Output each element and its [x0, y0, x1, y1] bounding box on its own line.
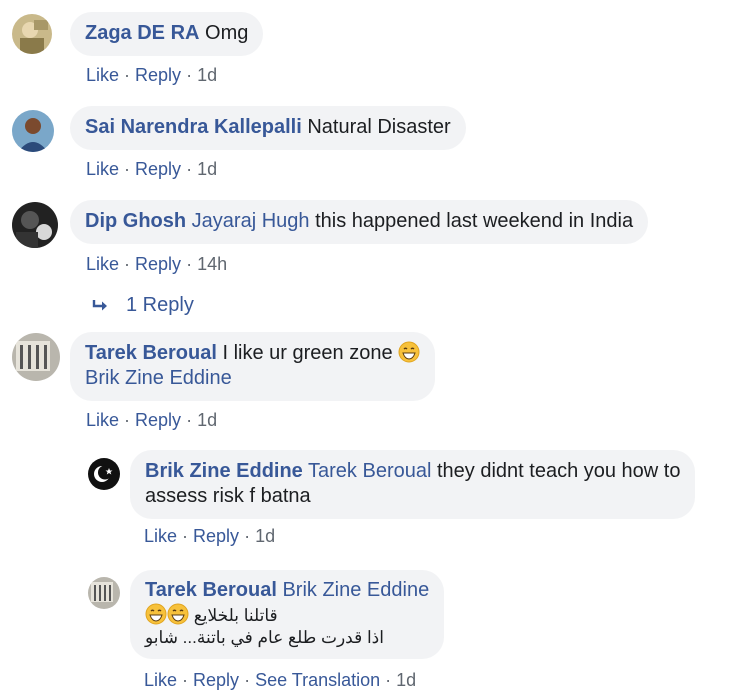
comment-author[interactable]: Zaga DE RA — [85, 22, 199, 44]
see-translation-link[interactable]: See Translation — [255, 670, 380, 690]
comment-actions: Like · Reply · 1d — [86, 159, 218, 179]
avatar[interactable] — [12, 202, 58, 248]
like-button[interactable]: Like — [144, 670, 177, 690]
reply-button[interactable]: Reply — [193, 526, 239, 546]
comment-mention[interactable]: Jayaraj Hugh — [192, 210, 310, 232]
reply-text-line2: assess risk f batna — [145, 485, 311, 507]
comment-time[interactable]: 14h — [197, 254, 227, 274]
reply-time[interactable]: 1d — [396, 670, 416, 690]
comment-text: I like ur green zone — [222, 342, 393, 364]
comment-bubble: Zaga DE RA Omg — [70, 12, 264, 56]
comment-text: this happened last weekend in India — [315, 210, 634, 232]
like-button[interactable]: Like — [86, 65, 119, 85]
reply-text-line2: اذا قدرت طلع عام في باتنة... شابو — [145, 628, 384, 647]
comment-actions: Like · Reply · 1d — [86, 410, 218, 430]
avatar[interactable] — [12, 110, 54, 152]
reply-button[interactable]: Reply — [135, 65, 181, 85]
reply-mention[interactable]: Brik Zine Eddine — [282, 579, 429, 601]
comment-text: Omg — [205, 22, 249, 44]
like-button[interactable]: Like — [86, 410, 119, 430]
comment-actions: Like · Reply · 1d — [86, 65, 218, 85]
comment-author[interactable]: Sai Narendra Kallepalli — [85, 116, 302, 138]
reply-bubble: Brik Zine Eddine Tarek Beroual they didn… — [130, 450, 696, 519]
view-replies-link[interactable]: 1 Reply — [92, 294, 194, 317]
avatar[interactable] — [88, 577, 120, 609]
comment-text: Natural Disaster — [307, 116, 451, 138]
reply-time[interactable]: 1d — [255, 526, 275, 546]
comment-author[interactable]: Tarek Beroual — [85, 342, 217, 364]
like-button[interactable]: Like — [144, 526, 177, 546]
reply-text-line1: they didnt teach you how to — [436, 460, 681, 482]
reply-text-line1: قاتلنا بلخلايع — [193, 606, 278, 625]
reply-button[interactable]: Reply — [193, 670, 239, 690]
comment-actions: Like · Reply · 14h — [86, 254, 228, 274]
avatar[interactable] — [12, 14, 52, 54]
comment-time[interactable]: 1d — [197, 65, 217, 85]
reply-button[interactable]: Reply — [135, 159, 181, 179]
like-button[interactable]: Like — [86, 254, 119, 274]
comment-time[interactable]: 1d — [197, 159, 217, 179]
comment-author[interactable]: Dip Ghosh — [85, 210, 186, 232]
reply-arrow-icon — [92, 300, 107, 311]
like-button[interactable]: Like — [86, 159, 119, 179]
reply-actions: Like · Reply · 1d — [144, 526, 276, 546]
reply-bubble: Tarek Beroual Brik Zine Eddine قاتلنا بل… — [130, 570, 445, 659]
comment-bubble: Tarek Beroual I like ur green zone Brik … — [70, 332, 436, 401]
comment-time[interactable]: 1d — [197, 410, 217, 430]
avatar[interactable] — [88, 458, 120, 490]
avatar[interactable] — [12, 333, 60, 381]
reply-author[interactable]: Tarek Beroual — [145, 579, 277, 601]
grinning-emoji-icon — [398, 341, 420, 363]
view-replies-label: 1 Reply — [126, 294, 194, 316]
grinning-emoji-icon — [145, 603, 167, 625]
reply-mention[interactable]: Tarek Beroual — [308, 460, 431, 482]
reply-button[interactable]: Reply — [135, 410, 181, 430]
reply-button[interactable]: Reply — [135, 254, 181, 274]
reply-author[interactable]: Brik Zine Eddine — [145, 460, 303, 482]
comment-mention[interactable]: Brik Zine Eddine — [85, 367, 232, 389]
grinning-emoji-icon — [167, 603, 189, 625]
comment-bubble: Dip Ghosh Jayaraj Hugh this happened las… — [70, 200, 649, 244]
comment-bubble: Sai Narendra Kallepalli Natural Disaster — [70, 106, 466, 150]
reply-actions: Like · Reply · See Translation · 1d — [144, 670, 417, 690]
